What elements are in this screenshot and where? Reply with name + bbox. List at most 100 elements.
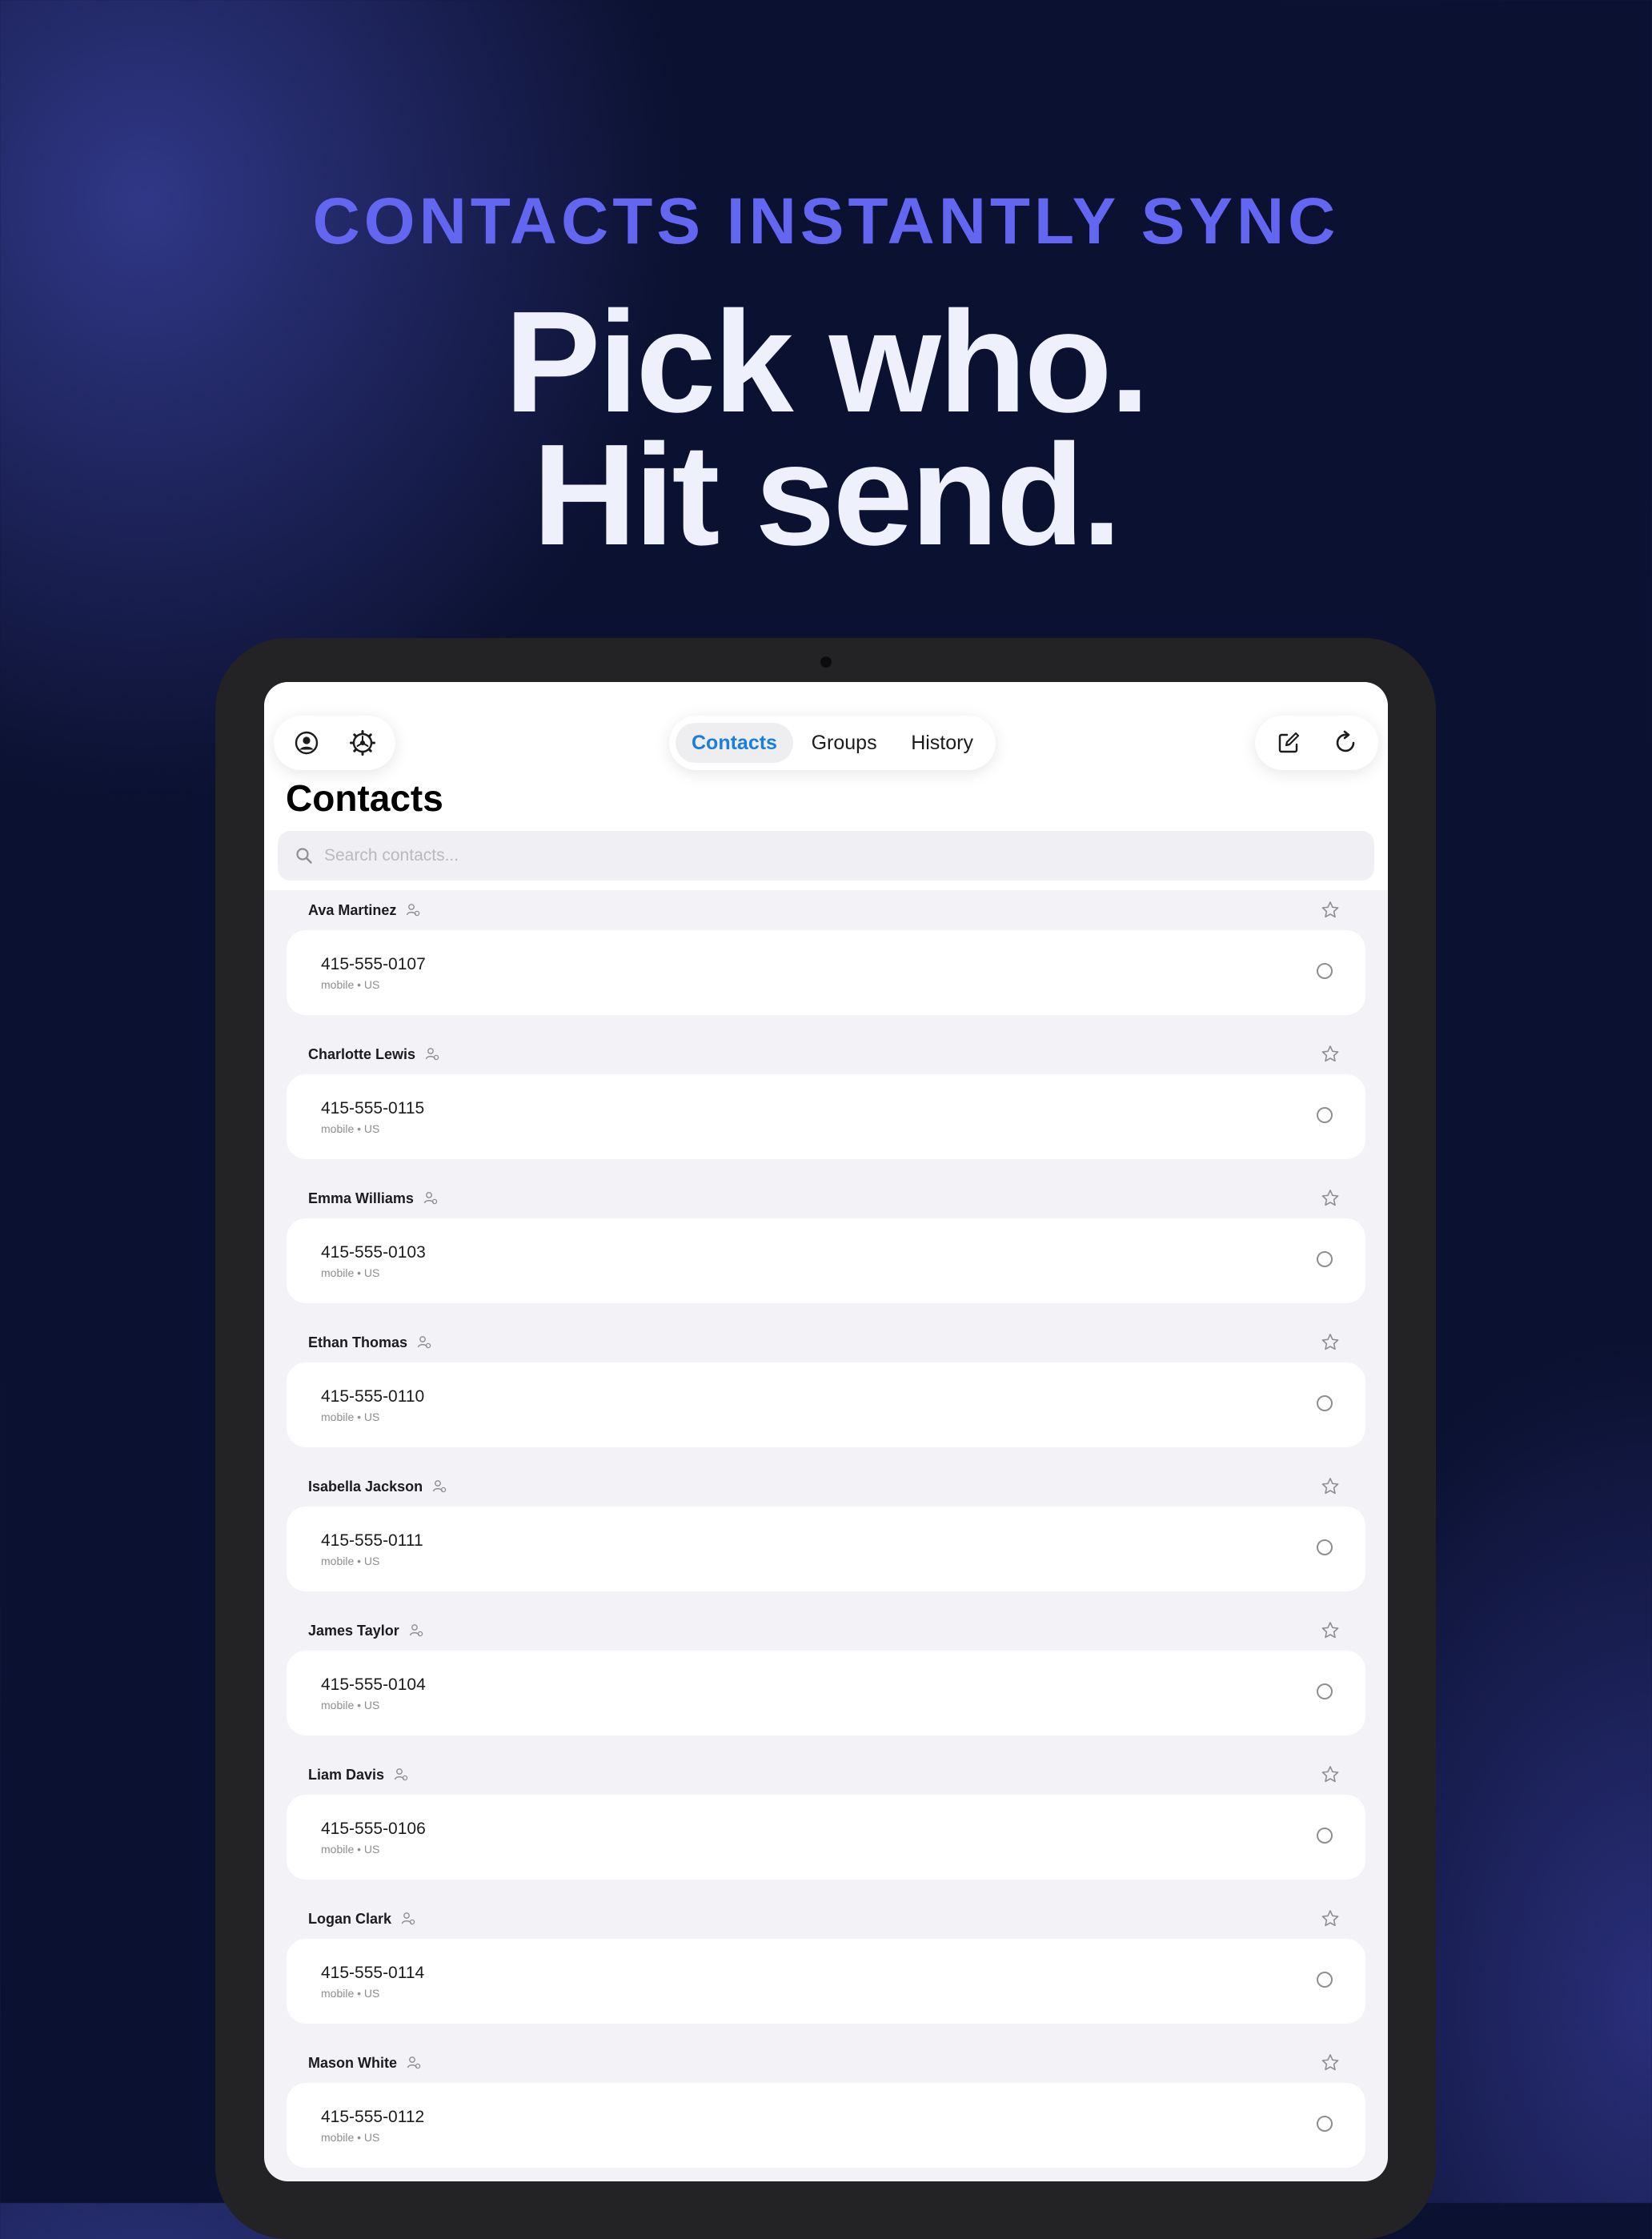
search-icon bbox=[294, 845, 315, 866]
contact-header: James Taylor bbox=[308, 1611, 423, 1651]
person-sync-icon bbox=[425, 1047, 439, 1061]
contact-name: Emma Williams bbox=[308, 1190, 414, 1206]
contact-header: Logan Clark bbox=[308, 1899, 415, 1939]
contact-name: Isabella Jackson bbox=[308, 1478, 423, 1495]
contact-header: Charlotte Lewis bbox=[308, 1034, 439, 1074]
contact-name: James Taylor bbox=[308, 1622, 399, 1639]
contact-header: Ethan Thomas bbox=[308, 1322, 431, 1362]
tab-groups[interactable]: Groups bbox=[796, 723, 893, 763]
tab-history[interactable]: History bbox=[895, 723, 989, 763]
app-screen: Contacts Groups History Contacts Search … bbox=[264, 682, 1388, 2181]
select-radio[interactable] bbox=[1317, 1828, 1333, 1844]
contact-section: Charlotte Lewis 415-555-0115 mobile • US bbox=[264, 1034, 1388, 1178]
phone-number-row[interactable]: 415-555-0114 mobile • US bbox=[287, 1939, 1365, 2024]
person-sync-icon bbox=[406, 903, 420, 917]
phone-meta: mobile • US bbox=[321, 1122, 380, 1135]
phone-number-row[interactable]: 415-555-0104 mobile • US bbox=[287, 1651, 1365, 1735]
contact-header: Isabella Jackson bbox=[308, 1467, 447, 1507]
profile-button[interactable] bbox=[284, 720, 329, 765]
favorite-star-icon[interactable] bbox=[1320, 1476, 1341, 1497]
favorite-star-icon[interactable] bbox=[1320, 1764, 1341, 1785]
phone-meta: mobile • US bbox=[321, 2131, 380, 2144]
phone-number-row[interactable]: 415-555-0107 mobile • US bbox=[287, 930, 1365, 1015]
phone-number-row[interactable]: 415-555-0103 mobile • US bbox=[287, 1218, 1365, 1303]
contact-name: Ava Martinez bbox=[308, 901, 397, 918]
navigation-header: Contacts Groups History Contacts Search … bbox=[264, 682, 1388, 890]
contact-section: Logan Clark 415-555-0114 mobile • US bbox=[264, 1899, 1388, 2043]
favorite-star-icon[interactable] bbox=[1320, 1908, 1341, 1929]
contact-name: Logan Clark bbox=[308, 1910, 392, 1927]
right-toolbar bbox=[1255, 716, 1378, 770]
select-radio[interactable] bbox=[1317, 1107, 1333, 1123]
contact-header: Ava Martinez bbox=[308, 890, 420, 930]
tab-contacts[interactable]: Contacts bbox=[676, 723, 793, 763]
left-toolbar bbox=[274, 716, 395, 770]
phone-meta: mobile • US bbox=[321, 1699, 380, 1711]
contact-name: Liam Davis bbox=[308, 1766, 385, 1783]
phone-meta: mobile • US bbox=[321, 1410, 380, 1423]
compose-icon bbox=[1278, 732, 1299, 753]
tablet-device-frame: Contacts Groups History Contacts Search … bbox=[215, 638, 1436, 2239]
select-radio[interactable] bbox=[1317, 1251, 1333, 1267]
contact-name: Mason White bbox=[308, 2054, 397, 2071]
phone-number-row[interactable]: 415-555-0112 mobile • US bbox=[287, 2083, 1365, 2168]
person-sync-icon bbox=[432, 1479, 447, 1494]
phone-number: 415-555-0112 bbox=[321, 2108, 425, 2126]
segmented-tabs: Contacts Groups History bbox=[669, 716, 996, 770]
contact-name: Charlotte Lewis bbox=[308, 1045, 416, 1062]
marketing-headline: Pick who. Hit send. bbox=[0, 282, 1652, 576]
phone-meta: mobile • US bbox=[321, 978, 380, 991]
favorite-star-icon[interactable] bbox=[1320, 2052, 1341, 2073]
contact-section: Liam Davis 415-555-0106 mobile • US bbox=[264, 1755, 1388, 1899]
favorite-star-icon[interactable] bbox=[1320, 1044, 1341, 1065]
favorite-star-icon[interactable] bbox=[1320, 1332, 1341, 1353]
contact-section: James Taylor 415-555-0104 mobile • US bbox=[264, 1611, 1388, 1755]
phone-number-row[interactable]: 415-555-0110 mobile • US bbox=[287, 1362, 1365, 1447]
phone-number-row[interactable]: 415-555-0115 mobile • US bbox=[287, 1074, 1365, 1159]
favorite-star-icon[interactable] bbox=[1320, 900, 1341, 921]
phone-number: 415-555-0110 bbox=[321, 1387, 425, 1406]
select-radio[interactable] bbox=[1317, 963, 1333, 979]
contact-section: Mason White 415-555-0112 mobile • US bbox=[264, 2043, 1388, 2181]
marketing-kicker: CONTACTS INSTANTLY SYNC bbox=[312, 185, 1340, 258]
contact-header: Mason White bbox=[308, 2043, 421, 2083]
phone-number: 415-555-0104 bbox=[321, 1675, 426, 1694]
person-sync-icon bbox=[417, 1335, 431, 1350]
phone-meta: mobile • US bbox=[321, 1555, 380, 1567]
favorite-star-icon[interactable] bbox=[1320, 1188, 1341, 1209]
page-title: Contacts bbox=[286, 777, 443, 819]
compose-button[interactable] bbox=[1266, 720, 1311, 765]
front-camera bbox=[820, 656, 832, 668]
contact-section: Isabella Jackson 415-555-0111 mobile • U… bbox=[264, 1467, 1388, 1611]
phone-number: 415-555-0114 bbox=[321, 1964, 425, 1982]
phone-meta: mobile • US bbox=[321, 1266, 380, 1279]
phone-meta: mobile • US bbox=[321, 1987, 380, 2000]
contact-header: Emma Williams bbox=[308, 1178, 438, 1218]
phone-number: 415-555-0107 bbox=[321, 955, 426, 973]
contact-section: Ethan Thomas 415-555-0110 mobile • US bbox=[264, 1322, 1388, 1467]
phone-number-row[interactable]: 415-555-0111 mobile • US bbox=[287, 1507, 1365, 1591]
headline-line-1: Pick who. bbox=[504, 282, 1149, 443]
contact-section: Emma Williams 415-555-0103 mobile • US bbox=[264, 1178, 1388, 1322]
phone-number-row[interactable]: 415-555-0106 mobile • US bbox=[287, 1795, 1365, 1880]
headline-line-2: Hit send. bbox=[532, 415, 1121, 576]
person-sync-icon bbox=[407, 2056, 421, 2070]
select-radio[interactable] bbox=[1317, 2116, 1333, 2132]
select-radio[interactable] bbox=[1317, 1972, 1333, 1988]
search-bar[interactable] bbox=[278, 831, 1374, 881]
contact-header: Liam Davis bbox=[308, 1755, 408, 1795]
settings-button[interactable] bbox=[340, 720, 385, 765]
search-input[interactable] bbox=[323, 845, 1326, 866]
refresh-button[interactable] bbox=[1323, 720, 1368, 765]
favorite-star-icon[interactable] bbox=[1320, 1620, 1341, 1641]
contacts-list: Ava Martinez 415-555-0107 mobile • US Ch… bbox=[264, 890, 1388, 2181]
select-radio[interactable] bbox=[1317, 1539, 1333, 1555]
phone-number: 415-555-0103 bbox=[321, 1243, 426, 1262]
refresh-icon bbox=[1336, 730, 1354, 752]
select-radio[interactable] bbox=[1317, 1683, 1333, 1699]
contact-section: Ava Martinez 415-555-0107 mobile • US bbox=[264, 890, 1388, 1034]
contact-name: Ethan Thomas bbox=[308, 1334, 408, 1350]
person-sync-icon bbox=[409, 1623, 423, 1638]
phone-number: 415-555-0111 bbox=[321, 1531, 423, 1550]
select-radio[interactable] bbox=[1317, 1395, 1333, 1411]
